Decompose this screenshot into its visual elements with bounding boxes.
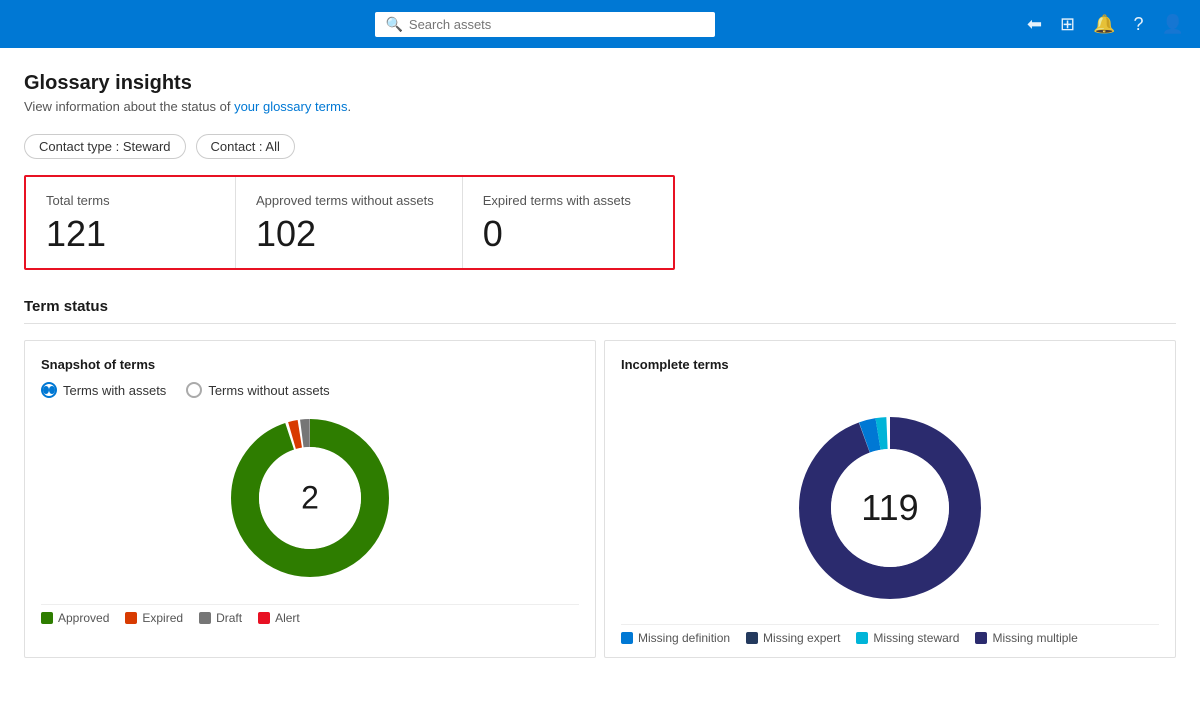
- legend-alert: Alert: [258, 611, 300, 625]
- legend-dot-missing-definition: [621, 632, 633, 644]
- main-content: Glossary insights View information about…: [0, 48, 1200, 707]
- legend-dot-alert: [258, 612, 270, 624]
- incomplete-donut: 119: [790, 408, 990, 608]
- legend-label-missing-definition: Missing definition: [638, 631, 730, 645]
- legend-dot-draft: [199, 612, 211, 624]
- legend-dot-missing-multiple: [975, 632, 987, 644]
- term-status-section: Term status Snapshot of terms Terms with…: [24, 298, 1176, 658]
- search-input[interactable]: [409, 17, 706, 32]
- filter-contact-type[interactable]: Contact type : Steward: [24, 134, 186, 159]
- radio-circle-with-assets: [41, 382, 57, 398]
- stat-card-expired-with-assets: Expired terms with assets 0: [463, 177, 673, 268]
- incomplete-legend: Missing definition Missing expert Missin…: [621, 624, 1159, 645]
- radio-terms-without-assets[interactable]: Terms without assets: [186, 382, 329, 398]
- term-status-title: Term status: [24, 298, 1176, 324]
- glossary-terms-link[interactable]: your glossary terms: [234, 99, 347, 114]
- filter-row: Contact type : Steward Contact : All: [24, 134, 1176, 159]
- legend-missing-multiple: Missing multiple: [975, 631, 1077, 645]
- help-icon[interactable]: ?: [1134, 14, 1144, 35]
- legend-expired: Expired: [125, 611, 183, 625]
- legend-dot-approved: [41, 612, 53, 624]
- search-bar[interactable]: 🔍: [375, 12, 715, 37]
- snapshot-panel: Snapshot of terms Terms with assets Term…: [24, 340, 596, 658]
- incomplete-panel: Incomplete terms 119: [604, 340, 1176, 658]
- stat-value-approved-no-assets: 102: [256, 216, 434, 252]
- incomplete-chart-area: 119: [621, 408, 1159, 608]
- filter-contact[interactable]: Contact : All: [196, 134, 295, 159]
- nav-icons: ⬅ ⊞ 🔔 ? 👤: [1027, 14, 1184, 35]
- bell-icon[interactable]: 🔔: [1093, 14, 1115, 35]
- top-navigation: 🔍 ⬅ ⊞ 🔔 ? 👤: [0, 0, 1200, 48]
- grid-icon[interactable]: ⊞: [1060, 14, 1075, 35]
- stat-label-total-terms: Total terms: [46, 193, 207, 208]
- incomplete-title: Incomplete terms: [621, 357, 1159, 372]
- snapshot-donut-value: 2: [301, 480, 319, 517]
- legend-label-missing-steward: Missing steward: [873, 631, 959, 645]
- legend-label-expired: Expired: [142, 611, 183, 625]
- back-icon[interactable]: ⬅: [1027, 14, 1042, 35]
- snapshot-radio-group: Terms with assets Terms without assets: [41, 382, 579, 398]
- legend-label-draft: Draft: [216, 611, 242, 625]
- stat-value-expired-with-assets: 0: [483, 216, 645, 252]
- legend-label-approved: Approved: [58, 611, 109, 625]
- user-icon[interactable]: 👤: [1162, 14, 1184, 35]
- stat-value-total-terms: 121: [46, 216, 207, 252]
- page-title: Glossary insights: [24, 72, 1176, 95]
- legend-draft: Draft: [199, 611, 242, 625]
- incomplete-donut-value: 119: [861, 487, 918, 529]
- stat-label-approved-no-assets: Approved terms without assets: [256, 193, 434, 208]
- snapshot-legend: Approved Expired Draft Alert: [41, 604, 579, 625]
- legend-dot-missing-steward: [856, 632, 868, 644]
- stat-card-total-terms: Total terms 121: [26, 177, 236, 268]
- snapshot-donut: 2: [220, 408, 400, 588]
- radio-label-with-assets: Terms with assets: [63, 383, 166, 398]
- stat-card-approved-no-assets: Approved terms without assets 102: [236, 177, 463, 268]
- legend-label-missing-multiple: Missing multiple: [992, 631, 1077, 645]
- search-icon: 🔍: [385, 16, 402, 33]
- snapshot-title: Snapshot of terms: [41, 357, 579, 372]
- legend-missing-expert: Missing expert: [746, 631, 840, 645]
- legend-missing-definition: Missing definition: [621, 631, 730, 645]
- stat-label-expired-with-assets: Expired terms with assets: [483, 193, 645, 208]
- legend-missing-steward: Missing steward: [856, 631, 959, 645]
- legend-label-missing-expert: Missing expert: [763, 631, 840, 645]
- page-subtitle: View information about the status of you…: [24, 99, 1176, 114]
- snapshot-chart-area: 2: [41, 408, 579, 588]
- radio-terms-with-assets[interactable]: Terms with assets: [41, 382, 166, 398]
- legend-approved: Approved: [41, 611, 109, 625]
- legend-label-alert: Alert: [275, 611, 300, 625]
- radio-circle-without-assets: [186, 382, 202, 398]
- legend-dot-missing-expert: [746, 632, 758, 644]
- stat-cards-container: Total terms 121 Approved terms without a…: [24, 175, 675, 270]
- charts-row: Snapshot of terms Terms with assets Term…: [24, 340, 1176, 658]
- legend-dot-expired: [125, 612, 137, 624]
- radio-label-without-assets: Terms without assets: [208, 383, 329, 398]
